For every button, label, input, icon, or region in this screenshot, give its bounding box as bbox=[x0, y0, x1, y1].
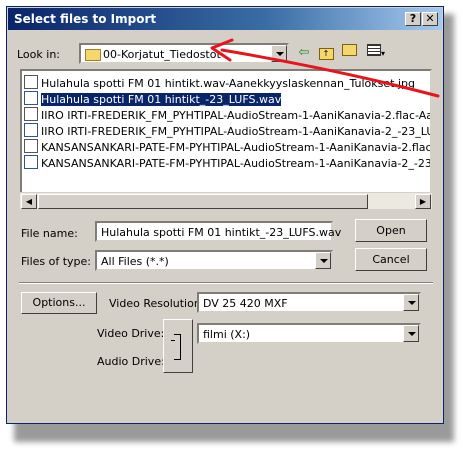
scroll-left-icon[interactable]: ◀ bbox=[21, 194, 37, 209]
scroll-right-icon[interactable]: ▶ bbox=[415, 194, 431, 209]
files-of-type-label: Files of type: bbox=[21, 255, 92, 268]
look-in-value: 00-Korjatut_Tiedostot bbox=[103, 48, 221, 61]
video-resolution-label: Video Resolution: bbox=[109, 297, 205, 310]
file-list[interactable]: Hulahula spotti FM 01 hintikt.wav-Aanekk… bbox=[20, 69, 432, 209]
audio-file-icon bbox=[24, 123, 38, 137]
scroll-thumb[interactable] bbox=[38, 194, 368, 209]
list-item[interactable]: Hulahula spotti FM 01 hintikt.wav-Aanekk… bbox=[24, 75, 415, 91]
folder-icon bbox=[85, 49, 101, 61]
audio-file-icon bbox=[24, 91, 38, 105]
help-button[interactable]: ? bbox=[405, 12, 421, 26]
look-in-label: Look in: bbox=[17, 48, 60, 61]
link-drives-button[interactable] bbox=[163, 319, 193, 373]
list-item[interactable]: KANSANSANKARI-PATE-FM-PYHTIPAL-AudioStre… bbox=[24, 155, 430, 171]
new-folder-icon[interactable] bbox=[340, 44, 358, 62]
video-drive-select[interactable]: filmi (X:) bbox=[197, 323, 421, 344]
video-drive-dropdown-button[interactable] bbox=[403, 325, 419, 342]
look-in-dropdown-button[interactable] bbox=[271, 45, 287, 62]
close-button[interactable]: ✕ bbox=[422, 12, 438, 26]
list-item[interactable]: IIRO IRTI-FREDERIK_FM_PYHTIPAL-AudioStre… bbox=[24, 107, 430, 123]
image-file-icon bbox=[24, 139, 38, 153]
audio-drive-label: Audio Drive: bbox=[97, 355, 165, 368]
title-bar[interactable]: Select files to Import ? ✕ bbox=[8, 8, 442, 30]
open-button[interactable]: Open bbox=[355, 219, 427, 242]
files-of-type-dropdown-button[interactable] bbox=[315, 252, 331, 269]
image-file-icon bbox=[24, 107, 38, 121]
video-resolution-select[interactable]: DV 25 420 MXF bbox=[197, 292, 421, 313]
video-resolution-dropdown-button[interactable] bbox=[403, 294, 419, 311]
dialog-title: Select files to Import bbox=[14, 12, 157, 26]
list-item[interactable]: IIRO IRTI-FREDERIK_FM_PYHTIPAL-AudioStre… bbox=[24, 123, 430, 139]
files-of-type-select[interactable]: All Files (*.*) bbox=[95, 250, 333, 271]
list-item[interactable]: Hulahula spotti FM 01 hintikt_-23_LUFS.w… bbox=[24, 91, 282, 107]
divider bbox=[19, 282, 433, 284]
horizontal-scrollbar[interactable]: ◀ ▶ bbox=[20, 192, 432, 209]
cancel-button[interactable]: Cancel bbox=[355, 248, 427, 271]
look-in-combo[interactable]: 00-Korjatut_Tiedostot bbox=[79, 43, 289, 64]
list-item[interactable]: KANSANSANKARI-PATE-FM-PYHTIPAL-AudioStre… bbox=[24, 139, 430, 155]
bracket-link-icon bbox=[174, 334, 181, 360]
image-file-icon bbox=[24, 75, 38, 89]
import-dialog: Select files to Import ? ✕ Look in: 00-K… bbox=[6, 6, 444, 424]
file-name-input[interactable]: Hulahula spotti FM 01 hintikt_-23_LUFS.w… bbox=[95, 221, 341, 242]
file-name-label: File name: bbox=[21, 227, 78, 240]
video-drive-label: Video Drive: bbox=[97, 327, 165, 340]
audio-file-icon bbox=[24, 155, 38, 169]
options-button[interactable]: Options... bbox=[21, 292, 97, 314]
back-icon[interactable]: ⇦ bbox=[295, 44, 313, 62]
view-menu-icon[interactable]: ▾ bbox=[363, 44, 389, 62]
up-folder-icon[interactable]: ↑ bbox=[317, 44, 335, 62]
